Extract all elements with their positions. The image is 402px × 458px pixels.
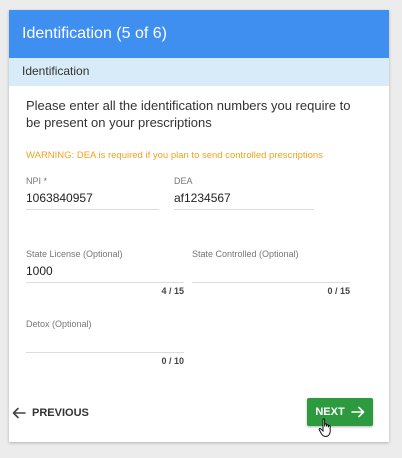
intro-text: Please enter all the identification numb… [26, 98, 351, 130]
dea-input[interactable] [174, 189, 314, 207]
state-controlled-label: State Controlled (Optional) [192, 249, 299, 259]
dea-label: DEA [174, 176, 193, 186]
detox-label: Detox (Optional) [26, 319, 92, 329]
state-license-counter: 4 / 15 [161, 286, 184, 296]
section-title: Identification [22, 64, 90, 78]
arrow-left-icon [12, 407, 26, 419]
detox-counter: 0 / 10 [161, 356, 184, 366]
state-controlled-field: State Controlled (Optional) 0 / 15 [192, 249, 350, 301]
npi-underline [26, 209, 159, 210]
state-license-field: State License (Optional) 4 / 15 [26, 249, 184, 301]
page-title: Identification (5 of 6) [22, 25, 167, 42]
hand-pointer-icon [318, 418, 331, 438]
arrow-right-icon [350, 406, 364, 418]
state-controlled-input[interactable] [192, 262, 350, 280]
npi-input[interactable] [26, 189, 159, 207]
npi-field: NPI * [26, 176, 159, 216]
section-header: Identification [9, 58, 389, 86]
detox-field: Detox (Optional) 0 / 10 [26, 319, 184, 371]
detox-input[interactable] [26, 332, 184, 350]
previous-button[interactable]: PREVIOUS [12, 402, 102, 424]
dea-underline [174, 209, 314, 210]
card-header: Identification (5 of 6) [9, 10, 389, 58]
next-label: NEXT [315, 406, 345, 418]
previous-label: PREVIOUS [32, 407, 89, 419]
dea-warning: WARNING: DEA is required if you plan to … [26, 150, 323, 161]
state-license-label: State License (Optional) [26, 249, 123, 259]
npi-label: NPI * [26, 176, 48, 186]
detox-underline [26, 352, 184, 353]
state-controlled-underline [192, 282, 350, 283]
identification-card: Identification (5 of 6) Identification P… [9, 10, 389, 442]
next-button[interactable]: NEXT [307, 398, 373, 426]
state-license-input[interactable] [26, 262, 184, 280]
dea-field: DEA [174, 176, 314, 216]
state-license-underline [26, 282, 184, 283]
state-controlled-counter: 0 / 15 [327, 286, 350, 296]
